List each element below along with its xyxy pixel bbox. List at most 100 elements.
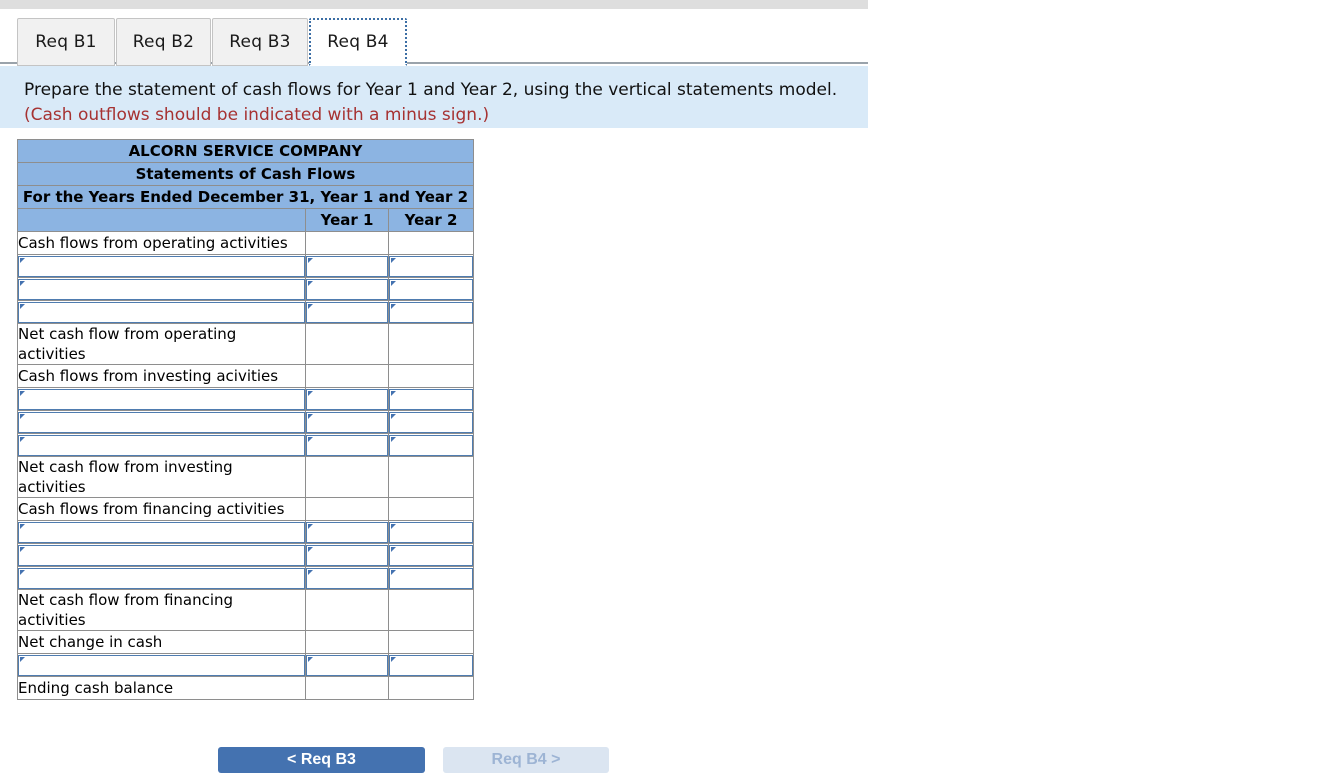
line-item-select-cell <box>17 520 306 544</box>
tab-bar: Req B1 Req B2 Req B3 Req B4 <box>0 9 868 66</box>
amount-input-cell-year1 <box>305 566 389 590</box>
line-item-select-cell <box>17 300 306 324</box>
amount-input-year2[interactable] <box>389 567 473 589</box>
statement-row: Cash flows from operating activities <box>17 231 474 255</box>
line-item-label: Cash flows from investing acivities <box>17 364 306 388</box>
line-item-select[interactable] <box>18 301 305 323</box>
amount-cell-year2 <box>388 589 474 631</box>
amount-input-cell-year1 <box>305 520 389 544</box>
statement-input-row <box>17 254 474 278</box>
amount-cell-year2 <box>388 630 474 654</box>
column-header-row: Year 1 Year 2 <box>17 208 474 232</box>
statement-input-row <box>17 387 474 411</box>
line-item-select-cell <box>17 653 306 677</box>
amount-input-cell-year1 <box>305 410 389 434</box>
amount-input-year2[interactable] <box>389 654 473 676</box>
line-item-select[interactable] <box>18 521 305 543</box>
amount-input-cell-year1 <box>305 433 389 457</box>
statement-period: For the Years Ended December 31, Year 1 … <box>17 185 474 209</box>
line-item-select-cell <box>17 387 306 411</box>
amount-input-year1[interactable] <box>306 434 388 456</box>
amount-input-year1[interactable] <box>306 411 388 433</box>
tab-req-b4[interactable]: Req B4 <box>309 18 407 66</box>
line-item-select-cell <box>17 277 306 301</box>
line-item-select[interactable] <box>18 567 305 589</box>
tab-req-b1[interactable]: Req B1 <box>17 18 115 66</box>
instruction-banner: Prepare the statement of cash flows for … <box>0 66 868 128</box>
amount-cell-year2 <box>388 364 474 388</box>
statement-title: Statements of Cash Flows <box>17 162 474 186</box>
amount-input-year2[interactable] <box>389 388 473 410</box>
line-item-label: Net cash flow from financing activities <box>17 589 306 631</box>
amount-input-year1[interactable] <box>306 654 388 676</box>
amount-input-year2[interactable] <box>389 278 473 300</box>
amount-input-cell-year2 <box>388 277 474 301</box>
tab-req-b2[interactable]: Req B2 <box>116 18 211 66</box>
amount-input-year2[interactable] <box>389 544 473 566</box>
column-header-year1: Year 1 <box>305 208 389 232</box>
amount-input-year1[interactable] <box>306 567 388 589</box>
amount-cell-year1 <box>305 231 389 255</box>
amount-input-year1[interactable] <box>306 301 388 323</box>
line-item-select[interactable] <box>18 654 305 676</box>
amount-input-year1[interactable] <box>306 388 388 410</box>
amount-input-cell-year1 <box>305 254 389 278</box>
line-item-select-cell <box>17 433 306 457</box>
amount-input-cell-year2 <box>388 410 474 434</box>
amount-input-cell-year2 <box>388 543 474 567</box>
statement-input-row <box>17 300 474 324</box>
line-item-select-cell <box>17 254 306 278</box>
next-requirement-button[interactable]: Req B4 > <box>443 747 609 773</box>
instruction-text: Prepare the statement of cash flows for … <box>24 80 838 100</box>
amount-input-year1[interactable] <box>306 521 388 543</box>
amount-input-cell-year1 <box>305 277 389 301</box>
statement-input-row <box>17 653 474 677</box>
amount-input-year2[interactable] <box>389 411 473 433</box>
amount-input-cell-year2 <box>388 566 474 590</box>
statement-row: Net cash flow from financing activities <box>17 589 474 631</box>
statement-row: Net cash flow from operating activities <box>17 323 474 365</box>
amount-cell-year1 <box>305 589 389 631</box>
statement-period-row: For the Years Ended December 31, Year 1 … <box>17 185 474 209</box>
instruction-note: (Cash outflows should be indicated with … <box>24 105 490 125</box>
statement-company-row: ALCORN SERVICE COMPANY <box>17 139 474 163</box>
tab-req-b3[interactable]: Req B3 <box>212 18 308 66</box>
amount-input-year1[interactable] <box>306 544 388 566</box>
amount-input-year2[interactable] <box>389 301 473 323</box>
amount-cell-year1 <box>305 364 389 388</box>
company-name: ALCORN SERVICE COMPANY <box>17 139 474 163</box>
line-item-label: Net change in cash <box>17 630 306 654</box>
amount-input-cell-year1 <box>305 300 389 324</box>
line-item-select[interactable] <box>18 411 305 433</box>
amount-cell-year1 <box>305 323 389 365</box>
amount-cell-year2 <box>388 231 474 255</box>
line-item-label: Net cash flow from operating activities <box>17 323 306 365</box>
amount-input-year1[interactable] <box>306 255 388 277</box>
line-item-select-cell <box>17 543 306 567</box>
line-item-select[interactable] <box>18 278 305 300</box>
statement-title-row: Statements of Cash Flows <box>17 162 474 186</box>
amount-input-year2[interactable] <box>389 521 473 543</box>
previous-requirement-button[interactable]: < Req B3 <box>218 747 425 773</box>
line-item-select-cell <box>17 410 306 434</box>
amount-input-year1[interactable] <box>306 278 388 300</box>
column-header-blank <box>17 208 306 232</box>
line-item-select[interactable] <box>18 434 305 456</box>
amount-input-cell-year2 <box>388 433 474 457</box>
statement-input-row <box>17 566 474 590</box>
line-item-select[interactable] <box>18 255 305 277</box>
column-header-year2: Year 2 <box>388 208 474 232</box>
line-item-select[interactable] <box>18 544 305 566</box>
statement-row: Ending cash balance <box>17 676 474 700</box>
statement-row: Cash flows from investing acivities <box>17 364 474 388</box>
amount-cell-year2 <box>388 497 474 521</box>
amount-cell-year2 <box>388 323 474 365</box>
top-strip <box>0 0 868 9</box>
statement-input-row <box>17 543 474 567</box>
amount-input-year2[interactable] <box>389 255 473 277</box>
line-item-select[interactable] <box>18 388 305 410</box>
amount-cell-year1 <box>305 676 389 700</box>
line-item-label: Cash flows from financing activities <box>17 497 306 521</box>
amount-input-year2[interactable] <box>389 434 473 456</box>
statement-input-row <box>17 433 474 457</box>
